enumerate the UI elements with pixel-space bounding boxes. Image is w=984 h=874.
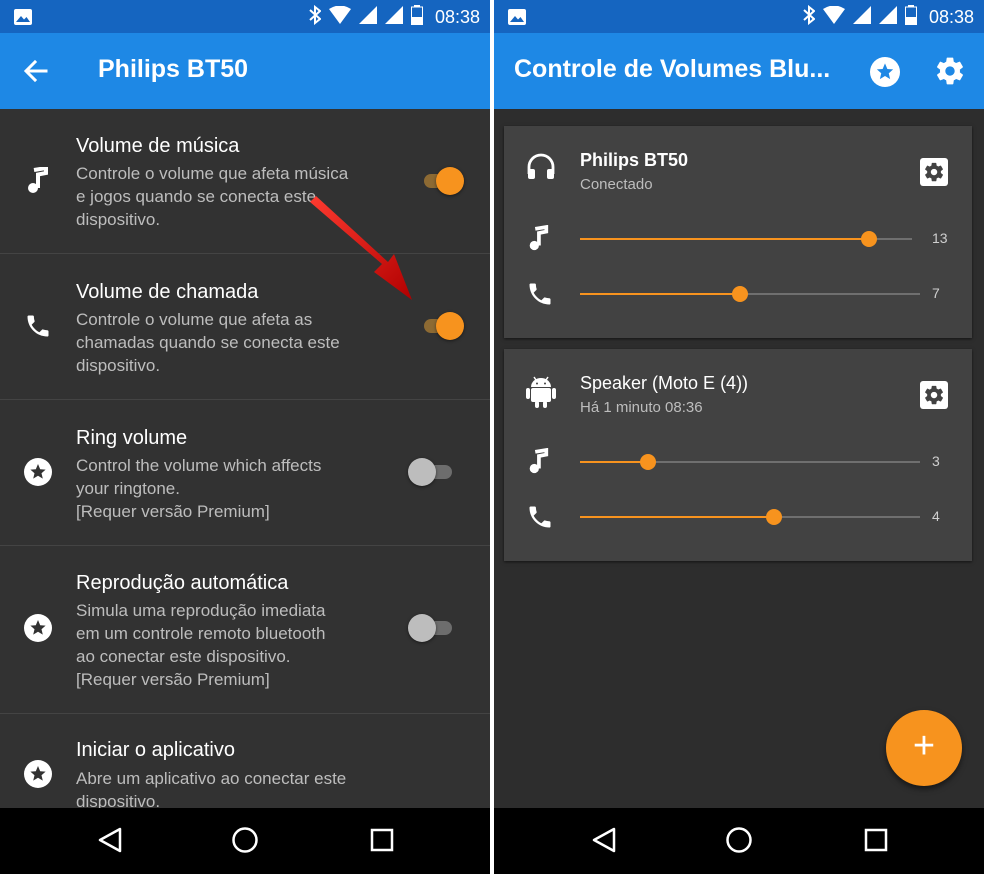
android-icon <box>526 375 556 414</box>
slider-track[interactable] <box>580 509 920 525</box>
nav-recents-icon[interactable] <box>368 826 396 859</box>
music-volume-slider[interactable]: 13 <box>504 219 972 259</box>
headphones-icon <box>526 152 556 187</box>
setting-title: Ring volume <box>76 427 188 449</box>
app-bar: Controle de Volumes Blu... <box>494 33 984 109</box>
star-icon <box>24 614 52 647</box>
slider-value: 4 <box>932 508 940 524</box>
slider-thumb[interactable] <box>860 231 877 247</box>
setting-description: Control the volume which affects your rin… <box>76 456 322 521</box>
gallery-notification-icon <box>14 9 32 30</box>
slider-thumb[interactable] <box>731 286 748 302</box>
call-volume-slider[interactable]: 4 <box>504 497 972 537</box>
slider-fill <box>580 461 648 463</box>
wifi-icon <box>328 5 351 29</box>
nav-recents-icon[interactable] <box>862 826 890 859</box>
setting-description: Abre um aplicativo ao conectar este dispo… <box>76 769 347 808</box>
gallery-notification-icon <box>508 9 526 30</box>
navigation-bar <box>0 808 490 874</box>
status-time: 08:38 <box>928 6 974 27</box>
star-icon <box>24 458 52 491</box>
phone-icon <box>24 312 52 345</box>
setting-autoplay[interactable]: Reprodução automática Simula uma reprodu… <box>0 546 490 713</box>
premium-star-icon[interactable] <box>870 57 900 92</box>
device-status: Conectado <box>580 176 653 193</box>
phone-icon <box>526 503 554 536</box>
nav-back-icon[interactable] <box>590 826 618 859</box>
battery-icon <box>410 4 423 30</box>
setting-description: Simula uma reprodução imediata em um cont… <box>76 601 326 689</box>
left-screen: 08:38 Philips BT50 Volume de música Cont… <box>0 0 490 874</box>
setting-ring-volume[interactable]: Ring volume Control the volume which aff… <box>0 400 490 545</box>
add-device-button[interactable]: + <box>886 710 962 786</box>
page-title: Controle de Volumes Blu... <box>514 55 831 83</box>
music-volume-toggle[interactable] <box>416 166 464 196</box>
bluetooth-icon <box>803 4 816 30</box>
call-volume-toggle[interactable] <box>416 311 464 341</box>
slider-value: 3 <box>932 453 940 469</box>
music-note-icon <box>526 224 550 258</box>
slider-track[interactable] <box>580 231 912 247</box>
setting-title: Iniciar o aplicativo <box>76 739 235 761</box>
device-name: Philips BT50 <box>580 150 689 170</box>
call-volume-slider[interactable]: 7 <box>504 274 972 314</box>
signal-icon <box>852 5 871 29</box>
slider-track[interactable] <box>580 286 920 302</box>
slider-value: 7 <box>932 285 940 301</box>
plus-icon: + <box>912 725 936 767</box>
device-card-philips[interactable]: Philips BT50 Conectado 13 7 <box>504 126 972 338</box>
slider-thumb[interactable] <box>765 509 782 525</box>
status-time: 08:38 <box>434 6 480 27</box>
signal-icon-2 <box>878 5 897 29</box>
setting-description: Controle o volume que afeta as chamadas q… <box>76 310 340 375</box>
nav-home-icon[interactable] <box>725 826 753 859</box>
wifi-icon <box>822 5 845 29</box>
music-note-icon <box>526 447 550 481</box>
device-card-speaker[interactable]: Speaker (Moto E (4)) Há 1 minuto 08:36 3… <box>504 349 972 561</box>
setting-launch-app[interactable]: Iniciar o aplicativo Abre um aplicativo … <box>0 714 490 808</box>
navigation-bar <box>494 808 984 874</box>
app-bar: Philips BT50 <box>0 33 490 109</box>
music-volume-slider[interactable]: 3 <box>504 442 972 482</box>
device-settings-gear-icon[interactable] <box>920 158 948 186</box>
setting-title: Reprodução automática <box>76 572 289 594</box>
right-screen: 08:38 Controle de Volumes Blu... Philips… <box>494 0 984 874</box>
status-bar: 08:38 <box>494 0 984 33</box>
slider-fill <box>580 293 740 295</box>
ring-volume-toggle[interactable] <box>408 457 456 487</box>
slider-thumb[interactable] <box>640 454 656 470</box>
page-title: Philips BT50 <box>98 55 249 83</box>
star-icon <box>24 760 52 793</box>
setting-title: Volume de música <box>76 135 240 157</box>
bluetooth-icon <box>309 4 322 30</box>
signal-icon <box>358 5 377 29</box>
slider-fill <box>580 516 774 518</box>
settings-gear-icon[interactable] <box>934 55 966 92</box>
nav-home-icon[interactable] <box>231 826 259 859</box>
setting-title: Volume de chamada <box>76 281 259 303</box>
nav-back-icon[interactable] <box>96 826 124 859</box>
device-name: Speaker (Moto E (4)) <box>580 373 749 393</box>
phone-icon <box>526 280 554 313</box>
music-note-icon <box>24 165 50 200</box>
slider-value: 13 <box>932 230 948 246</box>
status-bar: 08:38 <box>0 0 490 33</box>
signal-icon-2 <box>384 5 403 29</box>
slider-fill <box>580 238 869 240</box>
device-settings-gear-icon[interactable] <box>920 381 948 409</box>
battery-icon <box>904 4 917 30</box>
device-status: Há 1 minuto 08:36 <box>580 399 703 416</box>
autoplay-toggle[interactable] <box>408 613 456 643</box>
slider-track[interactable] <box>580 454 920 470</box>
red-arrow-annotation <box>300 190 420 315</box>
back-arrow-icon[interactable] <box>22 57 50 90</box>
